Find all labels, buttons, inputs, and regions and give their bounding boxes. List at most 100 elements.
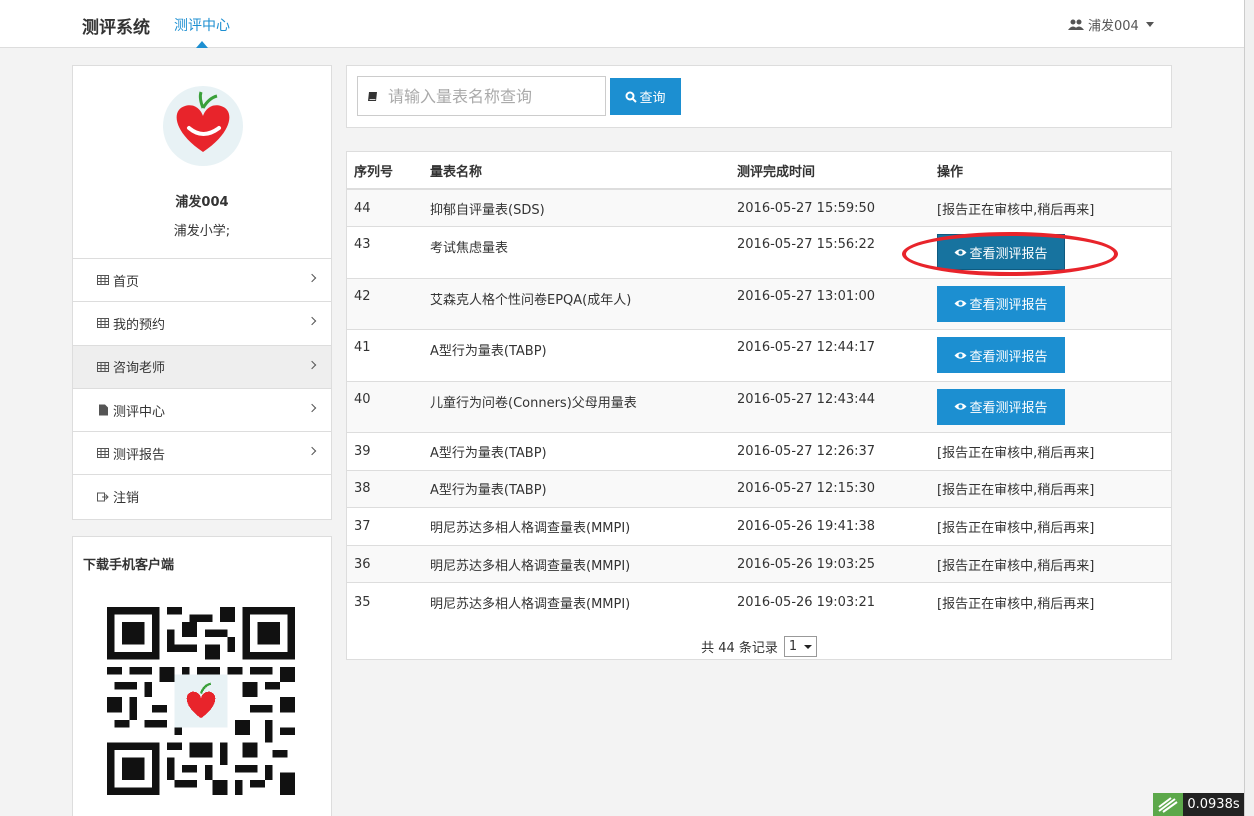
column-header-completion-time: 测评完成时间	[730, 152, 930, 190]
eye-icon	[954, 249, 967, 256]
cell-id: 39	[347, 432, 423, 471]
search-button[interactable]: 查询	[610, 78, 681, 115]
cell-time: 2016-05-26 19:41:38	[730, 507, 930, 546]
cell-action: 查看测评报告	[930, 380, 1171, 433]
cell-time: 2016-05-27 12:15:30	[730, 469, 930, 508]
load-time-badge: 0.0938s	[1183, 793, 1244, 816]
panel-title: 下载手机客户端	[83, 558, 175, 573]
cell-id: 36	[347, 544, 423, 583]
search-panel: 查询	[346, 65, 1172, 128]
table-icon	[97, 318, 109, 329]
view-report-button[interactable]: 查看测评报告	[937, 337, 1065, 374]
sidebar-item-assessment-center[interactable]: 测评中心	[73, 387, 331, 431]
cell-status: [报告正在审核中,稍后再来]	[930, 507, 1171, 546]
sidebar-item-label: 注销	[113, 491, 140, 507]
chevron-down-icon	[1145, 22, 1154, 27]
profiler-logo-icon[interactable]	[1153, 793, 1183, 816]
table-row: 37 明尼苏达多相人格调查量表(MMPI) 2016-05-26 19:41:3…	[347, 507, 1171, 546]
eye-icon	[954, 403, 967, 411]
users-icon	[1068, 19, 1084, 30]
nav-link-assessment-center[interactable]: 测评中心	[174, 15, 230, 35]
page-scrollbar[interactable]	[1244, 0, 1254, 816]
cell-scale-name: 艾森克人格个性问卷EPQA(成年人)	[423, 277, 730, 330]
cell-id: 35	[347, 582, 423, 621]
cell-time: 2016-05-26 19:03:21	[730, 582, 930, 621]
cell-action: 查看测评报告	[930, 226, 1171, 279]
cell-id: 38	[347, 469, 423, 508]
sidebar-item-reports[interactable]: 测评报告	[73, 431, 331, 474]
chevron-right-icon	[307, 403, 317, 413]
search-button-label: 查询	[639, 91, 666, 106]
pagination: 共 44 条记录 1	[347, 636, 1171, 657]
cell-id: 42	[347, 277, 423, 330]
table-row: 35 明尼苏达多相人格调查量表(MMPI) 2016-05-26 19:03:2…	[347, 582, 1171, 621]
cell-time: 2016-05-27 15:59:50	[730, 188, 930, 227]
table-row: 44 抑郁自评量表(SDS) 2016-05-27 15:59:50 [报告正在…	[347, 188, 1171, 227]
cell-status: [报告正在审核中,稍后再来]	[930, 582, 1171, 621]
search-input[interactable]	[388, 86, 588, 106]
cell-status: [报告正在审核中,稍后再来]	[930, 544, 1171, 583]
profile-name: 浦发004	[175, 195, 229, 210]
view-report-label: 查看测评报告	[969, 246, 1048, 262]
column-header-id: 序列号	[347, 152, 423, 190]
chevron-right-icon	[307, 446, 317, 456]
table-icon	[97, 361, 109, 372]
sidebar-item-consult-teacher[interactable]: 咨询老师	[73, 344, 331, 388]
chevron-right-icon	[307, 360, 317, 369]
user-dropdown[interactable]: 浦发004	[1068, 15, 1154, 34]
records-table: 序列号 量表名称 测评完成时间 操作 44 抑郁自评量表(SDS) 2016-0…	[347, 152, 1171, 621]
table-row: 42 艾森克人格个性问卷EPQA(成年人) 2016-05-27 13:01:0…	[347, 277, 1171, 330]
file-icon	[99, 404, 108, 416]
view-report-button[interactable]: 查看测评报告	[937, 285, 1065, 322]
cell-id: 44	[347, 188, 423, 227]
cell-time: 2016-05-27 12:26:37	[730, 432, 930, 471]
sidebar-item-label: 咨询老师	[113, 361, 166, 377]
page-select[interactable]: 1	[783, 636, 817, 657]
cell-scale-name: 考试焦虑量表	[423, 226, 730, 279]
view-report-label: 查看测评报告	[969, 401, 1048, 417]
sidebar-item-home[interactable]: 首页	[73, 258, 331, 301]
records-panel: 序列号 量表名称 测评完成时间 操作 44 抑郁自评量表(SDS) 2016-0…	[346, 151, 1172, 660]
sidebar-item-logout[interactable]: 注销	[73, 474, 331, 517]
table-header-row: 序列号 量表名称 测评完成时间 操作	[347, 152, 1171, 190]
heart-logo-icon	[176, 91, 230, 152]
cell-time: 2016-05-27 12:44:17	[730, 329, 930, 382]
table-row: 43 考试焦虑量表 2016-05-27 15:56:22 查看测评报告	[347, 226, 1171, 279]
sidebar-item-label: 测评报告	[113, 447, 166, 463]
active-nav-indicator	[196, 41, 208, 48]
qr-code-icon	[107, 607, 295, 795]
column-header-scale-name: 量表名称	[423, 152, 730, 190]
cell-id: 37	[347, 507, 423, 546]
table-row: 38 A型行为量表(TABP) 2016-05-27 12:15:30 [报告正…	[347, 469, 1171, 508]
brand-title[interactable]: 测评系统	[82, 13, 150, 38]
cell-id: 40	[347, 380, 423, 433]
cell-status: [报告正在审核中,稍后再来]	[930, 188, 1171, 227]
avatar	[163, 86, 243, 166]
cell-scale-name: 明尼苏达多相人格调查量表(MMPI)	[423, 582, 730, 621]
cell-scale-name: A型行为量表(TABP)	[423, 469, 730, 508]
eye-icon	[954, 300, 967, 308]
qr-code	[107, 607, 295, 799]
table-row: 39 A型行为量表(TABP) 2016-05-27 12:26:37 [报告正…	[347, 432, 1171, 471]
view-report-button[interactable]: 查看测评报告	[937, 388, 1065, 425]
sidebar-item-appointments[interactable]: 我的预约	[73, 301, 331, 344]
table-icon	[97, 275, 109, 286]
cell-id: 43	[347, 226, 423, 279]
table-row: 40 儿童行为问卷(Conners)父母用量表 2016-05-27 12:43…	[347, 380, 1171, 433]
sidebar-item-label: 测评中心	[113, 404, 166, 420]
cell-status: [报告正在审核中,稍后再来]	[930, 469, 1171, 508]
cell-id: 41	[347, 329, 423, 382]
search-icon	[625, 91, 638, 103]
table-row: 36 明尼苏达多相人格调查量表(MMPI) 2016-05-26 19:03:2…	[347, 544, 1171, 583]
cell-status: [报告正在审核中,稍后再来]	[930, 432, 1171, 471]
chevron-down-icon	[803, 644, 812, 649]
sidebar-menu: 首页 我的预约 咨询老师 测评中心 测评报告 注销	[73, 258, 331, 518]
view-report-label: 查看测评报告	[969, 349, 1048, 365]
chevron-right-icon	[307, 273, 317, 283]
cell-scale-name: 明尼苏达多相人格调查量表(MMPI)	[423, 507, 730, 546]
chevron-right-icon	[307, 317, 317, 326]
app-download-panel: 下载手机客户端	[72, 536, 332, 816]
table-icon	[97, 448, 109, 459]
search-field-wrapper[interactable]	[357, 76, 606, 116]
view-report-button[interactable]: 查看测评报告	[937, 234, 1065, 271]
